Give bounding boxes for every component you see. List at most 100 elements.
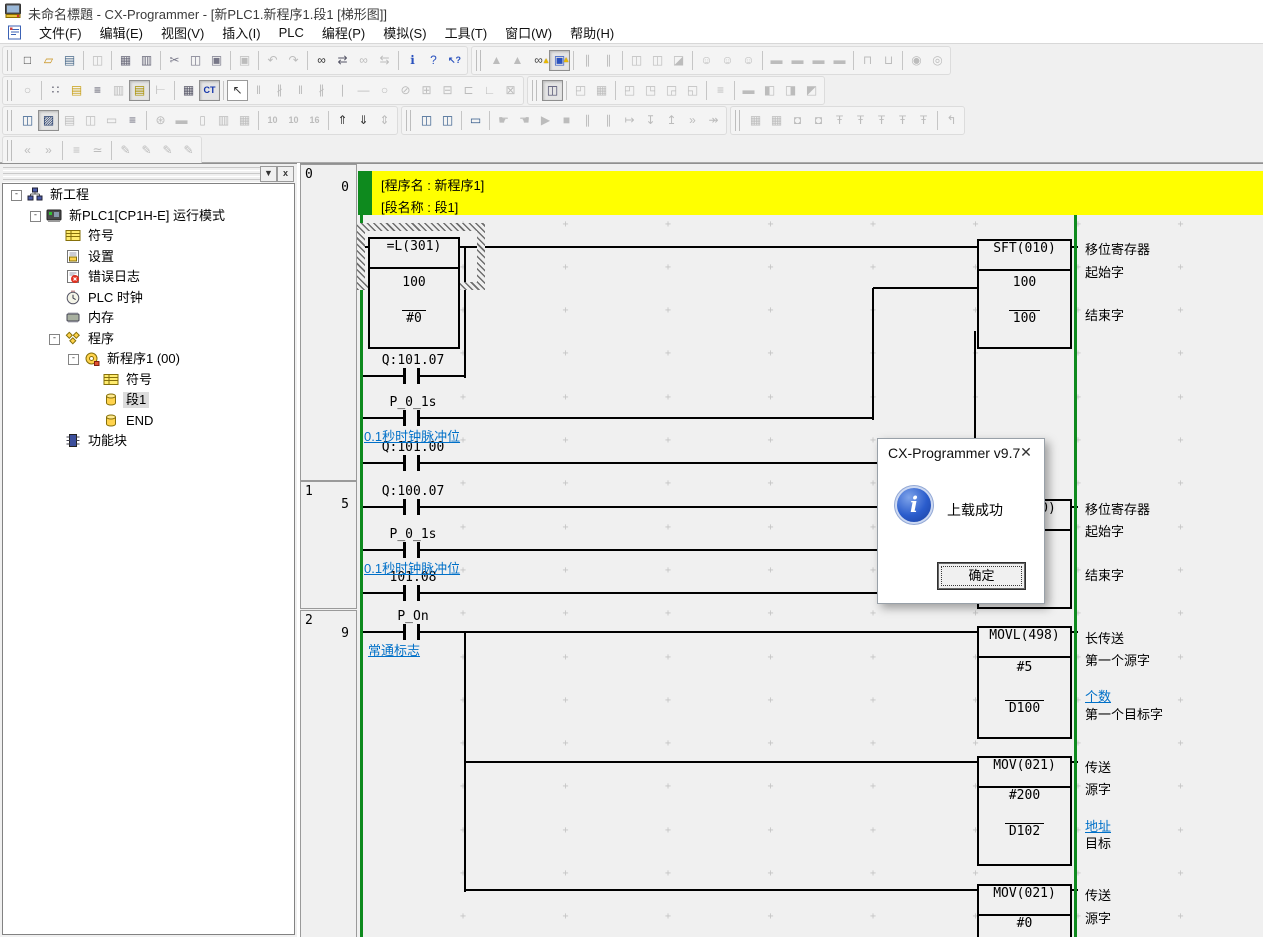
split-window-button[interactable]: ◫: [542, 80, 563, 101]
contact-P_0_1s[interactable]: [403, 410, 420, 426]
transfer-to-plc-button[interactable]: ◫: [626, 50, 647, 71]
monitoring-window-2-button[interactable]: ◫: [437, 110, 458, 131]
print-button[interactable]: ▦: [115, 50, 136, 71]
io-comment-view-button[interactable]: ▦: [178, 80, 199, 101]
tree-item-新工程[interactable]: -新工程: [3, 185, 294, 205]
force-set-bit-button[interactable]: ◘: [787, 110, 808, 131]
tree-item-新程序1 (00)[interactable]: -新程序1 (00): [3, 349, 294, 369]
rung-header[interactable]: 15: [300, 481, 357, 609]
zoom-tool-button[interactable]: ○: [17, 80, 38, 101]
new-file-button[interactable]: □: [17, 50, 38, 71]
tree-expander-icon[interactable]: -: [30, 211, 41, 222]
save-report-button[interactable]: ◫: [87, 50, 108, 71]
new-or-contact-button[interactable]: ǁ: [290, 80, 311, 101]
tree-item-功能块[interactable]: 功能块: [3, 431, 294, 451]
search-warning-button[interactable]: ∞▲: [528, 50, 549, 71]
insert-row-above-button[interactable]: ◰: [619, 80, 640, 101]
new-coil-button[interactable]: ○: [374, 80, 395, 101]
compare-with-plc-button[interactable]: ◪: [668, 50, 689, 71]
instruction-block-SFT(010)[interactable]: SFT(010)100100: [977, 239, 1072, 349]
monitoring-window-button[interactable]: ◫: [416, 110, 437, 131]
transfer-from-plc-button[interactable]: ◫: [647, 50, 668, 71]
online-edit-begin-button[interactable]: ◉: [906, 50, 927, 71]
differential-monitor-3-button[interactable]: Ŧ: [871, 110, 892, 131]
toolbar-gripper[interactable]: [7, 140, 12, 161]
align-comments-button[interactable]: ≡: [66, 140, 87, 161]
differential-monitor-4-button[interactable]: Ŧ: [892, 110, 913, 131]
pause-monitoring-button[interactable]: ∥: [577, 50, 598, 71]
radix-signed-decimal-button[interactable]: 10: [283, 110, 304, 131]
watch-sheet-button[interactable]: ▭: [465, 110, 486, 131]
differential-down-button[interactable]: ⊔: [878, 50, 899, 71]
properties-window-button[interactable]: ≡: [122, 110, 143, 131]
tree-expander-icon[interactable]: -: [11, 190, 22, 201]
pen-percent-1-button[interactable]: ✎: [136, 140, 157, 161]
radix-hex-button[interactable]: 16: [304, 110, 325, 131]
context-help-button[interactable]: ↖?: [444, 50, 465, 71]
memory-cassette-2-button[interactable]: ▦: [766, 110, 787, 131]
ladder-document-icon[interactable]: [7, 25, 23, 45]
monitor-data-2-button[interactable]: ◧: [759, 80, 780, 101]
differential-monitor-1-button[interactable]: Ŧ: [829, 110, 850, 131]
new-pb-instruction-button[interactable]: ⊞: [416, 80, 437, 101]
menu-item[interactable]: 模拟(S): [374, 21, 435, 44]
toolbar-gripper[interactable]: [406, 110, 411, 131]
search-and-replace-button[interactable]: ⇄: [332, 50, 353, 71]
instruction-block-=L(301)[interactable]: =L(301)100#0: [368, 237, 460, 349]
cut-button[interactable]: ✂: [164, 50, 185, 71]
menu-item[interactable]: 视图(V): [152, 21, 213, 44]
memory-view-1-button[interactable]: ▬: [766, 50, 787, 71]
data-trace-button[interactable]: ▦: [591, 80, 612, 101]
panel-dropdown-button[interactable]: ▼: [260, 166, 277, 182]
pen-percent-2-button[interactable]: ✎: [157, 140, 178, 161]
symbol-table-button[interactable]: ▤: [129, 80, 150, 101]
compile-all-button[interactable]: ▲: [507, 50, 528, 71]
save-button[interactable]: ▤: [59, 50, 80, 71]
undo-button[interactable]: ↶: [262, 50, 283, 71]
pause-button[interactable]: ∥: [598, 50, 619, 71]
tree-expander-icon[interactable]: -: [68, 354, 79, 365]
toolbar-gripper[interactable]: [7, 50, 12, 71]
online-edit-send-button[interactable]: ◎: [927, 50, 948, 71]
pause-b-button[interactable]: ∥: [598, 110, 619, 131]
force-off-button[interactable]: ☺: [717, 50, 738, 71]
symbol-comment-button[interactable]: ▤: [66, 80, 87, 101]
radix-decimal-button[interactable]: 10: [262, 110, 283, 131]
tree-item-错误日志[interactable]: 错误日志: [3, 267, 294, 287]
stack-view-button[interactable]: ◰: [570, 80, 591, 101]
contact-P_0_1s[interactable]: [403, 542, 420, 558]
new-closed-coil-button[interactable]: ⊘: [395, 80, 416, 101]
show-grid-button[interactable]: ∷: [45, 80, 66, 101]
replace-addresses-button[interactable]: ⇆: [374, 50, 395, 71]
delete-column-button[interactable]: ◱: [682, 80, 703, 101]
force-cancel-button[interactable]: ☺: [738, 50, 759, 71]
mnemonic-view-button[interactable]: ▤: [59, 110, 80, 131]
ladder-window-button[interactable]: ▨: [38, 110, 59, 131]
panel-drag-handle[interactable]: [3, 167, 261, 180]
set-mode-monitor-button[interactable]: ▶: [535, 110, 556, 131]
menu-item[interactable]: 插入(I): [213, 21, 269, 44]
tree-expander-icon[interactable]: -: [49, 334, 60, 345]
step-out-button[interactable]: ↥: [661, 110, 682, 131]
differential-up-button[interactable]: ⊓: [857, 50, 878, 71]
tree-item-段1[interactable]: 段1: [3, 390, 294, 410]
help-button[interactable]: ?: [423, 50, 444, 71]
monitor-view-button[interactable]: ▥: [108, 80, 129, 101]
scan-run-button[interactable]: ↠: [703, 110, 724, 131]
toolbar-gripper[interactable]: [7, 110, 12, 131]
force-reset-bit-button[interactable]: ◘: [808, 110, 829, 131]
contact-Q:101.07[interactable]: [403, 368, 420, 384]
horizontal-line-button[interactable]: —: [353, 80, 374, 101]
symbol-window-button[interactable]: ◫: [80, 110, 101, 131]
menu-item[interactable]: 编程(P): [313, 21, 374, 44]
memory-view-4-button[interactable]: ▬: [829, 50, 850, 71]
tree-item-内存[interactable]: 内存: [3, 308, 294, 328]
monitor-window-button[interactable]: ▥: [213, 110, 234, 131]
instruction-block-MOV(021)[interactable]: MOV(021)#200D102: [977, 756, 1072, 866]
set-mode-run-button[interactable]: ■: [556, 110, 577, 131]
step-run-button[interactable]: ↦: [619, 110, 640, 131]
compile-program-button[interactable]: ▲: [486, 50, 507, 71]
tree-item-符号[interactable]: 符号: [3, 370, 294, 390]
differential-monitor-2-button[interactable]: Ŧ: [850, 110, 871, 131]
pen-edit-button[interactable]: ✎: [115, 140, 136, 161]
